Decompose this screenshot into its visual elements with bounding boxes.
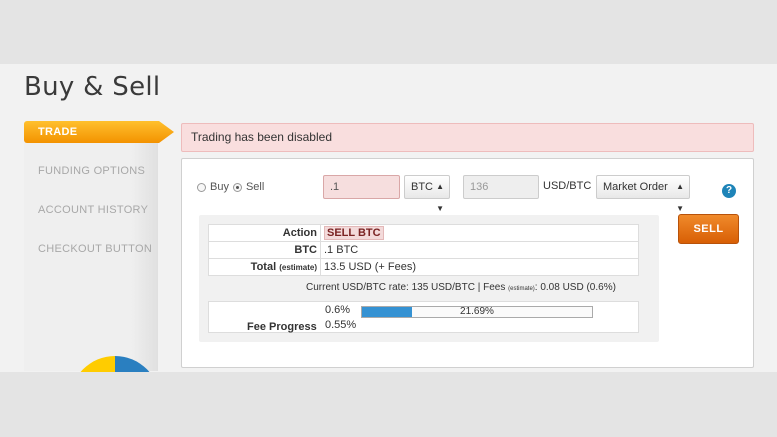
page: Buy & Sell TRADE FUNDING OPTIONS ACCOUNT… — [0, 64, 777, 372]
amount-input[interactable]: .1 — [323, 175, 400, 199]
total-value: 13.5 USD (+ Fees) — [320, 258, 639, 276]
sell-button[interactable]: SELL — [678, 214, 739, 244]
rate-estimate-note: (estimate) — [508, 286, 535, 292]
rate-prefix: Current USD/BTC rate: 135 USD/BTC | Fees — [306, 282, 509, 293]
select-arrows-icon: ▲ ▼ — [436, 182, 444, 213]
next-fee: 0.55% — [325, 319, 357, 331]
total-key: Total — [250, 261, 277, 273]
order-type-select[interactable]: Market Order ▲ ▼ — [596, 175, 690, 213]
action-key: Action — [208, 224, 321, 242]
sidebar-item-checkout-button[interactable]: CHECKOUT BUTTON — [24, 238, 174, 260]
rate-suffix: : 0.08 USD (0.6%) — [534, 282, 616, 293]
sell-label[interactable]: Sell — [246, 181, 264, 193]
price-input[interactable]: 136 — [463, 175, 539, 199]
order-type-select-value: Market Order — [603, 181, 668, 193]
sidebar: TRADE FUNDING OPTIONS ACCOUNT HISTORY CH… — [24, 121, 174, 372]
sidebar-item-account-history[interactable]: ACCOUNT HISTORY — [24, 199, 174, 221]
action-badge: SELL BTC — [324, 226, 384, 240]
trade-panel: Buy Sell .1 BTC ▲ ▼ 136 USD/BTC Market Or… — [181, 158, 754, 368]
sell-radio[interactable] — [232, 182, 242, 192]
table-row: Action SELL BTC — [208, 224, 639, 242]
current-fee: 0.6% — [325, 304, 351, 316]
currency-select[interactable]: BTC ▲ ▼ — [404, 175, 450, 213]
fee-progress-text: 21.69% — [460, 306, 494, 317]
help-icon[interactable]: ? — [722, 184, 736, 198]
table-row: Total (estimate) 13.5 USD (+ Fees) — [208, 258, 639, 276]
rate-info: Current USD/BTC rate: 135 USD/BTC | Fees… — [306, 282, 616, 293]
total-key-cell: Total (estimate) — [208, 258, 321, 276]
sidebar-item-trade[interactable]: TRADE — [24, 121, 174, 143]
summary-table: Action SELL BTC BTC .1 BTC Total (estima… — [208, 224, 639, 276]
order-summary: Action SELL BTC BTC .1 BTC Total (estima… — [199, 215, 659, 342]
buy-radio[interactable] — [197, 182, 206, 192]
btc-key: BTC — [208, 241, 321, 259]
buy-label[interactable]: Buy — [210, 181, 229, 193]
price-unit-label: USD/BTC — [543, 180, 592, 192]
sidebar-item-funding-options[interactable]: FUNDING OPTIONS — [24, 160, 174, 182]
currency-select-value: BTC — [411, 181, 433, 193]
btc-value: .1 BTC — [320, 241, 639, 259]
action-value-cell: SELL BTC — [320, 224, 639, 242]
fee-progress-bar: 21.69% — [361, 306, 593, 318]
alert-banner: Trading has been disabled — [181, 123, 754, 152]
side-selector: Buy Sell — [197, 181, 264, 193]
table-row: BTC .1 BTC — [208, 241, 639, 259]
fee-progress-label: Fee Progress — [247, 321, 317, 333]
estimate-note: (estimate) — [279, 263, 317, 272]
fee-progress-box: Fee Progress 0.6% 0.55% 21.69% — [208, 301, 639, 333]
page-title: Buy & Sell — [24, 72, 161, 102]
